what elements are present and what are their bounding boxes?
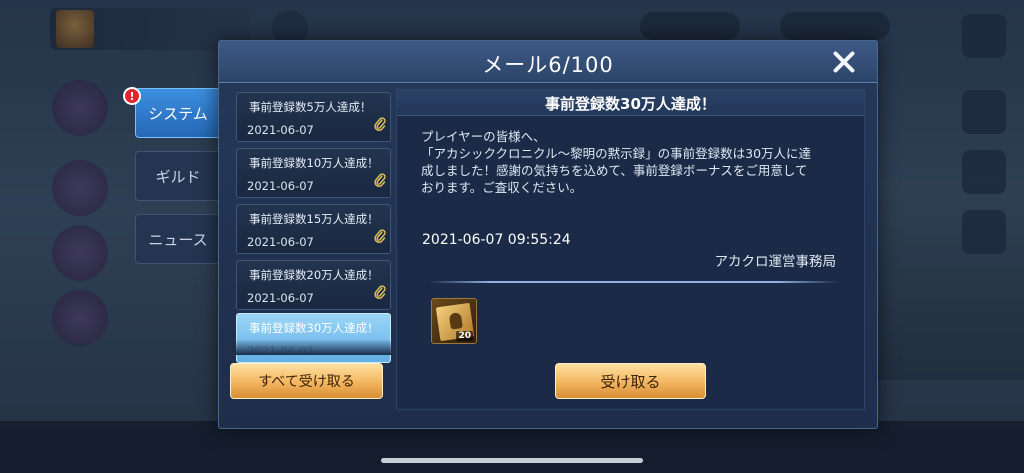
- paperclip-icon: [374, 229, 386, 243]
- claim-label: 受け取る: [600, 372, 661, 391]
- mail-date: 2021-06-07: [247, 235, 314, 249]
- mail-body-line: プレイヤーの皆様へ、: [421, 129, 546, 144]
- mail-subject: 事前登録数5万人達成！: [249, 100, 372, 114]
- mail-body: プレイヤーの皆様へ、 「アカシッククロニクル～黎明の黙示録」の事前登録数は30万…: [421, 128, 849, 196]
- mail-sender: アカクロ運営事務局: [714, 254, 837, 270]
- mail-date: 2021-06-07: [247, 179, 314, 193]
- dialog-header: メール6/100: [219, 41, 877, 83]
- mail-body-line: 「アカシッククロニクル～黎明の黙示録」の事前登録数は30万人に達: [421, 146, 812, 161]
- paperclip-icon: [374, 285, 386, 299]
- claim-all-button[interactable]: すべて受け取る: [230, 363, 383, 399]
- reward-emblem: [448, 312, 463, 330]
- tab-guild[interactable]: ギルド: [135, 151, 221, 201]
- mail-list-item[interactable]: 事前登録数15万人達成！ 2021-06-07: [236, 204, 391, 254]
- paperclip-icon: [374, 173, 386, 187]
- tab-news[interactable]: ニュース: [135, 214, 221, 264]
- home-indicator[interactable]: [381, 458, 643, 463]
- mail-list-item[interactable]: 事前登録数10万人達成！ 2021-06-07: [236, 148, 391, 198]
- tab-system-label: システム: [148, 104, 208, 123]
- mail-list-item[interactable]: 事前登録数20万人達成！ 2021-06-07: [236, 260, 391, 310]
- dialog-title: メール6/100: [482, 53, 614, 77]
- mail-body-line: 成しました！感謝の気持ちを込めて、事前登録ボーナスをご用意して: [421, 163, 808, 178]
- close-icon[interactable]: [827, 45, 861, 79]
- mail-date: 2021-06-07: [247, 123, 314, 137]
- mail-date: 2021-06-07: [247, 291, 314, 305]
- mail-list-fade: [232, 339, 396, 355]
- detail-title: 事前登録数30万人達成！: [545, 95, 716, 113]
- tab-guild-label: ギルド: [155, 167, 201, 186]
- mail-subject: 事前登録数20万人達成！: [249, 268, 379, 282]
- tab-system[interactable]: システム: [135, 88, 221, 138]
- detail-header: 事前登録数30万人達成！: [397, 90, 864, 116]
- mail-datetime: 2021-06-07 09:55:24: [422, 232, 571, 248]
- ticket-book-icon[interactable]: 20: [431, 298, 477, 344]
- mail-list-item[interactable]: 事前登録数5万人達成！ 2021-06-07: [236, 92, 391, 142]
- alert-icon: !: [123, 87, 141, 105]
- divider: [429, 281, 839, 283]
- claim-all-label: すべて受け取る: [258, 374, 355, 390]
- reward-count: 20: [456, 331, 473, 341]
- mail-detail-panel: 事前登録数30万人達成！ プレイヤーの皆様へ、 「アカシッククロニクル～黎明の黙…: [396, 89, 865, 410]
- mail-subject: 事前登録数30万人達成！: [249, 321, 379, 335]
- mail-subject: 事前登録数15万人達成！: [249, 212, 379, 226]
- claim-button[interactable]: 受け取る: [555, 363, 706, 399]
- mail-subject: 事前登録数10万人達成！: [249, 156, 379, 170]
- paperclip-icon: [374, 117, 386, 131]
- mail-list-item-selected[interactable]: 事前登録数30万人達成！ 2021-06-07: [236, 313, 391, 363]
- tab-news-label: ニュース: [148, 230, 208, 249]
- mail-body-line: おります。ご査収ください。: [421, 180, 583, 195]
